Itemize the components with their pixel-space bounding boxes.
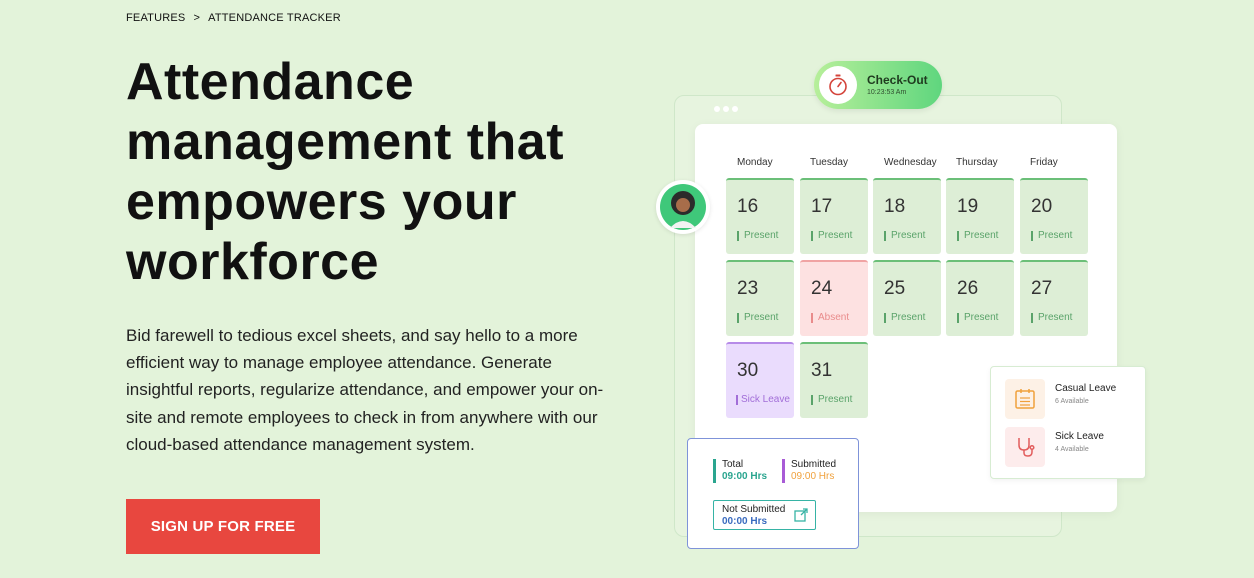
calendar-day-cell[interactable]: 16 Present [726, 178, 794, 254]
breadcrumb-features[interactable]: FEATURES [126, 12, 185, 24]
day-number: 25 [884, 278, 906, 299]
window-dots [714, 106, 738, 112]
attendance-status: Sick Leave [736, 395, 790, 405]
check-out-badge[interactable]: Check-Out 10:23:53 Am [814, 61, 942, 109]
calendar-day-cell[interactable]: 17 Present [800, 178, 868, 254]
check-out-time: 10:23:53 Am [867, 89, 907, 96]
day-number: 27 [1031, 278, 1053, 299]
calendar-day-cell[interactable]: 18 Present [873, 178, 941, 254]
day-number: 24 [811, 278, 833, 299]
day-number: 20 [1031, 196, 1053, 217]
day-header: Thursday [956, 157, 998, 168]
calendar-day-cell-sick-leave[interactable]: 30 Sick Leave [726, 342, 794, 418]
breadcrumb-separator: > [193, 12, 201, 24]
leave-available: 4 Available [1055, 446, 1089, 453]
check-out-label: Check-Out [867, 73, 928, 87]
avatar [656, 180, 710, 234]
calendar-day-cell-absent[interactable]: 24 Absent [800, 260, 868, 336]
calendar-day-cell[interactable]: 19 Present [946, 178, 1014, 254]
stopwatch-icon [819, 66, 857, 104]
hero-description: Bid farewell to tedious excel sheets, an… [126, 326, 604, 454]
day-number: 18 [884, 196, 906, 217]
day-header: Friday [1030, 157, 1058, 168]
day-header: Wednesday [884, 157, 937, 168]
leave-type: Sick Leave [1055, 431, 1104, 442]
leave-available: 6 Available [1055, 398, 1089, 405]
submitted-hours: Submitted 09:00 Hrs [782, 459, 836, 483]
attendance-status: Present [811, 395, 852, 405]
title-line: management that [126, 113, 565, 171]
title-line: empowers your [126, 173, 517, 231]
day-header: Monday [737, 157, 773, 168]
calendar-day-cell[interactable]: 23 Present [726, 260, 794, 336]
calendar-day-cell[interactable]: 20 Present [1020, 178, 1088, 254]
attendance-status: Present [884, 313, 925, 323]
calendar-day-cell[interactable]: 26 Present [946, 260, 1014, 336]
calendar-day-cell[interactable]: 27 Present [1020, 260, 1088, 336]
submitted-hours-value: 09:00 Hrs [791, 471, 835, 482]
total-hours: Total 09:00 Hrs [713, 459, 767, 483]
calendar-list-icon [1005, 379, 1045, 419]
not-submitted-box[interactable]: Not Submitted 00:00 Hrs [713, 500, 816, 530]
attendance-status: Present [957, 313, 998, 323]
page-title: Attendance management that empowers your… [126, 52, 646, 292]
leave-type: Casual Leave [1055, 383, 1117, 394]
day-number: 31 [811, 360, 833, 381]
breadcrumb: FEATURES > ATTENDANCE TRACKER [126, 12, 341, 24]
day-number: 16 [737, 196, 759, 217]
day-number: 19 [957, 196, 979, 217]
stethoscope-icon [1005, 427, 1045, 467]
day-number: 26 [957, 278, 979, 299]
leave-balance-card: Casual Leave 6 Available Sick Leave 4 Av… [990, 366, 1146, 479]
title-line: workforce [126, 233, 380, 291]
sign-up-button[interactable]: SIGN UP FOR FREE [126, 499, 320, 554]
attendance-status: Present [737, 231, 778, 241]
attendance-status: Present [1031, 313, 1072, 323]
day-header: Tuesday [810, 157, 848, 168]
calendar-day-cell[interactable]: 25 Present [873, 260, 941, 336]
day-number: 23 [737, 278, 759, 299]
attendance-status: Absent [811, 313, 849, 323]
title-line: Attendance [126, 53, 415, 111]
calendar-day-cell[interactable]: 31 Present [800, 342, 868, 418]
external-link-icon[interactable] [794, 508, 808, 527]
day-number: 30 [737, 360, 759, 381]
attendance-status: Present [737, 313, 778, 323]
total-hours-label: Total [722, 459, 744, 470]
attendance-status: Present [957, 231, 998, 241]
attendance-status: Present [1031, 231, 1072, 241]
total-hours-value: 09:00 Hrs [722, 471, 768, 482]
submitted-hours-label: Submitted [791, 459, 837, 470]
casual-leave-item[interactable]: Casual Leave 6 Available [1005, 379, 1135, 419]
day-number: 17 [811, 196, 833, 217]
not-submitted-value: 00:00 Hrs [722, 516, 768, 527]
attendance-status: Present [811, 231, 852, 241]
hours-summary-card: Total 09:00 Hrs Submitted 09:00 Hrs Not … [687, 438, 859, 549]
attendance-status: Present [884, 231, 925, 241]
not-submitted-label: Not Submitted [722, 504, 786, 515]
breadcrumb-current: ATTENDANCE TRACKER [208, 12, 341, 24]
sick-leave-item[interactable]: Sick Leave 4 Available [1005, 427, 1135, 467]
